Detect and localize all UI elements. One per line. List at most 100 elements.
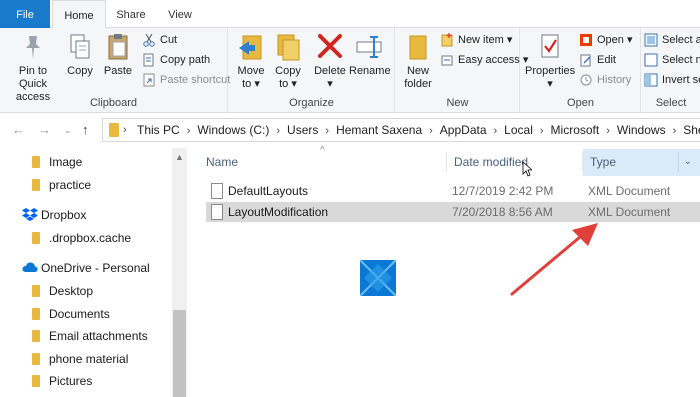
- invert-selection-button[interactable]: Invert sel: [642, 71, 700, 89]
- edit-button[interactable]: Edit: [577, 51, 616, 69]
- paste-shortcut-button[interactable]: Paste shortcut: [140, 71, 230, 89]
- breadcrumb-windows[interactable]: Windows: [617, 119, 666, 141]
- table-row[interactable]: DefaultLayouts 12/7/2019 2:42 PM XML Doc…: [206, 181, 700, 201]
- up-arrow-icon[interactable]: ↑: [82, 122, 89, 137]
- history-icon: [580, 74, 592, 86]
- paste-button[interactable]: Paste: [100, 32, 136, 78]
- scrollbar-thumb[interactable]: [173, 310, 186, 397]
- folder-icon: [32, 156, 40, 168]
- file-type: XML Document: [588, 184, 671, 198]
- nav-item-onedrive[interactable]: OneDrive - Personal: [22, 257, 150, 279]
- nav-item-image[interactable]: Image: [32, 151, 82, 173]
- nav-item-dropbox-cache[interactable]: .dropbox.cache: [32, 227, 131, 249]
- breadcrumb-users[interactable]: Users: [287, 119, 318, 141]
- nav-item-phone-material[interactable]: phone material: [32, 348, 128, 370]
- sort-caret-icon: ^: [320, 145, 325, 156]
- table-row[interactable]: LayoutModification 7/20/2018 8:56 AM XML…: [206, 202, 700, 222]
- copy-icon: [70, 34, 90, 59]
- edit-icon: [580, 54, 591, 67]
- column-divider[interactable]: [678, 152, 679, 172]
- select-none-button[interactable]: Select no: [642, 51, 700, 69]
- new-group-label: New: [446, 97, 469, 109]
- easy-access-label: Easy access: [458, 54, 520, 66]
- red-arrow-icon: [510, 223, 598, 296]
- new-item-button[interactable]: New item ▾: [438, 31, 512, 49]
- copy-button[interactable]: Copy: [64, 32, 96, 78]
- nav-item-pictures[interactable]: Pictures: [32, 370, 92, 392]
- select-group-label: Select: [655, 97, 687, 109]
- breadcrumb-windows-c[interactable]: Windows (C:): [197, 119, 269, 141]
- file-name: DefaultLayouts: [228, 184, 309, 198]
- breadcrumb-local[interactable]: Local: [504, 119, 533, 141]
- back-arrow-icon[interactable]: ←: [12, 122, 25, 137]
- copy-label: Copy: [67, 65, 93, 77]
- chevron-right-icon: ›: [325, 125, 330, 137]
- column-divider[interactable]: [446, 152, 447, 172]
- edit-label: Edit: [597, 54, 616, 66]
- breadcrumb-appdata[interactable]: AppData: [440, 119, 487, 141]
- breadcrumb-shell[interactable]: Shell: [683, 119, 700, 141]
- cut-button[interactable]: Cut: [140, 31, 177, 49]
- address-bar-row: ← → ⌄ ↑ › This PC › Windows (C:) › Users › Hem…: [0, 114, 700, 146]
- tab-view[interactable]: View: [156, 0, 204, 28]
- forward-arrow-icon[interactable]: →: [38, 122, 51, 137]
- folder-icon: [32, 179, 40, 191]
- nav-item-email-attachments[interactable]: Email attachments: [32, 325, 148, 347]
- copy-path-button[interactable]: Copy path: [140, 51, 210, 69]
- column-header-type[interactable]: Type: [590, 148, 616, 176]
- copy-path-icon: [143, 53, 154, 67]
- tab-share[interactable]: Share: [108, 0, 154, 28]
- nav-scrollbar[interactable]: ▲: [172, 148, 187, 397]
- move-to-label-2: to: [242, 78, 252, 90]
- folder-icon: [32, 285, 40, 297]
- breadcrumb-microsoft[interactable]: Microsoft: [551, 119, 600, 141]
- tab-home[interactable]: Home: [52, 0, 106, 29]
- recent-locations-chevron-icon[interactable]: ⌄: [64, 125, 72, 136]
- column-header-date-modified[interactable]: Date modified: [454, 148, 528, 176]
- chevron-down-icon[interactable]: ⌄: [684, 156, 692, 167]
- pin-quick-access-button[interactable]: Pin to Quick access: [4, 32, 62, 104]
- column-divider[interactable]: [582, 152, 583, 172]
- chevron-right-icon: ›: [606, 125, 610, 137]
- open-button[interactable]: Open ▾: [577, 31, 633, 49]
- nav-item-label: OneDrive - Personal: [41, 261, 150, 275]
- organize-group: Move to ▾ Copy to ▾ Delete ▾ Rename Orga…: [229, 28, 395, 113]
- scroll-up-icon[interactable]: ▲: [175, 152, 184, 162]
- chevron-right-icon: ›: [672, 125, 677, 137]
- address-bar[interactable]: › This PC › Windows (C:) › Users › Hemant Saxe…: [102, 118, 700, 142]
- copy-to-button[interactable]: Copy to ▾: [271, 32, 305, 91]
- folder-icon: [32, 232, 40, 244]
- open-group-label: Open: [567, 97, 594, 109]
- rename-label: Rename: [349, 65, 391, 77]
- folder-icon: [32, 330, 40, 342]
- windows-logo-icon: [360, 260, 396, 296]
- breadcrumb-this-pc[interactable]: This PC: [137, 119, 180, 141]
- properties-icon: [541, 34, 559, 58]
- new-folder-button[interactable]: New folder: [400, 32, 436, 91]
- breadcrumb-user[interactable]: Hemant Saxena: [336, 119, 422, 141]
- office-open-icon: [580, 34, 592, 46]
- move-to-label-1: Move: [237, 65, 265, 77]
- move-to-button[interactable]: Move to ▾: [233, 32, 269, 91]
- file-name: LayoutModification: [228, 205, 329, 219]
- nav-item-label: phone material: [49, 352, 129, 366]
- new-group: New folder New item ▾ Easy access ▾ New: [396, 28, 528, 113]
- rename-button[interactable]: Rename: [349, 32, 391, 78]
- clipboard-group-label: Clipboard: [89, 97, 138, 109]
- history-button[interactable]: History: [577, 71, 631, 89]
- delete-button[interactable]: Delete ▾: [313, 32, 347, 91]
- nav-item-documents[interactable]: Documents: [32, 303, 110, 325]
- select-all-button[interactable]: Select all: [642, 31, 700, 49]
- easy-access-button[interactable]: Easy access ▾: [438, 51, 528, 69]
- nav-item-practice[interactable]: practice: [32, 174, 91, 196]
- properties-button[interactable]: Properties ▾: [525, 32, 575, 91]
- paste-icon: [108, 34, 128, 60]
- tab-file[interactable]: File: [0, 0, 50, 28]
- open-label: Open: [597, 34, 624, 46]
- nav-item-label: Pictures: [49, 374, 93, 388]
- invert-selection-icon: [644, 73, 658, 87]
- folder-icon: [32, 308, 40, 320]
- nav-item-desktop[interactable]: Desktop: [32, 280, 93, 302]
- nav-item-dropbox[interactable]: Dropbox: [22, 204, 86, 226]
- column-header-name[interactable]: Name: [206, 148, 238, 176]
